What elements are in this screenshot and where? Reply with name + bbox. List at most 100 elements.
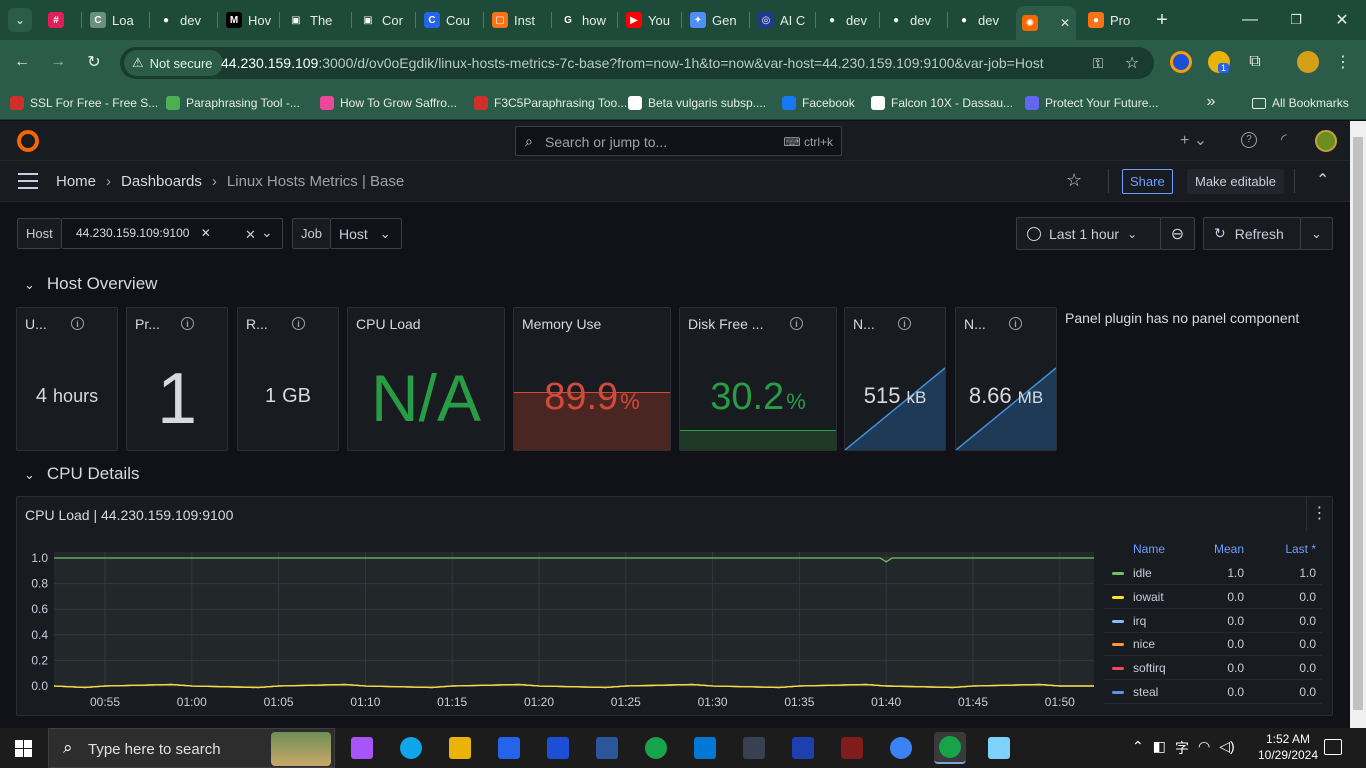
browser-tab[interactable]: C Loa — [84, 7, 146, 33]
close-tab-icon[interactable]: ✕ — [1060, 16, 1070, 30]
meet-now-icon[interactable]: ◧ — [1153, 738, 1166, 758]
zoom-out-button[interactable]: ⊖ — [1160, 217, 1195, 250]
browser-tab[interactable]: C Cou — [418, 7, 480, 33]
bookmark-item[interactable]: F3C5Paraphrasing Too... — [474, 93, 627, 113]
browser-tab[interactable]: ▣ Cor — [354, 7, 416, 33]
chrome-active-icon[interactable] — [934, 732, 966, 764]
back-button[interactable]: ← — [10, 50, 34, 74]
tab-search-button[interactable]: ⌄ — [8, 8, 32, 32]
info-icon[interactable]: i — [181, 317, 194, 330]
more-bookmarks-icon[interactable]: » — [1200, 91, 1222, 113]
legend-row[interactable]: steal 0.0 0.0 — [1104, 680, 1322, 704]
chrome-menu-icon[interactable]: ⋮ — [1332, 51, 1354, 73]
breadcrumb-home[interactable]: Home — [56, 173, 96, 190]
browser-tab[interactable]: ● dev — [818, 7, 880, 33]
browser-tab[interactable]: M Hov — [220, 7, 282, 33]
stat-panel[interactable]: CPU Load N/A — [347, 307, 505, 451]
legend-row[interactable]: irq 0.0 0.0 — [1104, 609, 1322, 633]
bookmark-item[interactable]: Facebook — [782, 93, 855, 113]
cpu-load-chart[interactable]: 0.0 0.2 0.4 0.6 0.8 1.0 00:55 01:00 01:05 01:10 01… — [16, 540, 1101, 716]
stat-panel[interactable]: N... i 8.66 MB — [955, 307, 1057, 451]
legend-row[interactable]: idle 1.0 1.0 — [1104, 561, 1322, 585]
job-variable-select[interactable]: Host ⌄ — [330, 218, 402, 249]
file-explorer-icon[interactable] — [444, 732, 476, 764]
new-tab-button[interactable]: + — [1150, 8, 1174, 32]
info-icon[interactable]: i — [790, 317, 803, 330]
help-icon[interactable]: ? — [1241, 132, 1257, 148]
vscode-icon[interactable] — [689, 732, 721, 764]
bookmark-star-icon[interactable]: ☆ — [1120, 51, 1144, 75]
legend-header-mean[interactable]: Mean — [1214, 542, 1244, 556]
browser-tab[interactable]: ● dev — [882, 7, 944, 33]
browser-tab[interactable]: ✺ ✕ — [1016, 6, 1076, 40]
game-icon[interactable] — [836, 732, 868, 764]
terminal-icon[interactable] — [738, 732, 770, 764]
chrome-icon[interactable] — [640, 732, 672, 764]
time-range-picker[interactable]: Last 1 hour ⌄ — [1016, 217, 1161, 250]
not-secure-chip[interactable]: ⚠ Not secure — [124, 50, 223, 76]
add-new-button[interactable]: + ⌄ — [1180, 130, 1207, 150]
page-scrollbar[interactable] — [1350, 121, 1366, 728]
user-avatar[interactable] — [1315, 130, 1337, 152]
restore-button[interactable]: ❐ — [1284, 8, 1308, 32]
word-icon[interactable] — [591, 732, 623, 764]
scrollbar-thumb[interactable] — [1353, 137, 1363, 710]
clear-x-icon[interactable]: ✕ — [245, 227, 256, 243]
host-variable-select[interactable]: 44.230.159.109:9100 ✕ ✕ ⌄ — [61, 218, 283, 249]
password-key-icon[interactable]: ⚿ — [1086, 51, 1110, 75]
info-icon[interactable]: i — [71, 317, 84, 330]
breadcrumb-dashboards[interactable]: Dashboards — [121, 173, 202, 190]
bookmark-item[interactable]: Paraphrasing Tool -... — [166, 93, 300, 113]
legend-header-name[interactable]: Name — [1133, 542, 1165, 556]
language-icon[interactable]: 字 — [1175, 738, 1189, 758]
legend-row[interactable]: iowait 0.0 0.0 — [1104, 585, 1322, 609]
powershell-icon[interactable] — [787, 732, 819, 764]
qbittorrent-icon[interactable] — [885, 732, 917, 764]
row-header-host-overview[interactable]: ⌄ Host Overview — [24, 274, 157, 294]
browser-tab[interactable]: ● Pro — [1082, 7, 1142, 33]
favorite-star-icon[interactable]: ☆ — [1066, 170, 1082, 191]
all-bookmarks-button[interactable]: All Bookmarks — [1252, 93, 1349, 113]
search-input[interactable]: ⌕ Search or jump to... ⌨ ctrl+k — [515, 126, 842, 156]
reload-button[interactable]: ↻ — [82, 50, 106, 74]
chevron-up-icon[interactable]: ⌃ — [1132, 738, 1144, 758]
profile-avatar[interactable] — [1297, 51, 1319, 73]
edge-icon[interactable] — [395, 732, 427, 764]
news-rss-icon[interactable]: ◜ — [1281, 130, 1287, 148]
browser-tab[interactable]: ● dev — [950, 7, 1012, 33]
taskbar-search-box[interactable]: ⌕ Type here to search — [48, 728, 335, 768]
notepad-icon[interactable] — [983, 732, 1015, 764]
extensions-puzzle-icon[interactable]: ⧉ — [1244, 51, 1266, 73]
clock[interactable]: 1:52 AM 10/29/2024 — [1252, 731, 1324, 763]
bookmark-item[interactable]: SSL For Free - Free S... — [10, 93, 158, 113]
stat-panel[interactable]: N... i 515 kB — [844, 307, 946, 451]
legend-row[interactable]: nice 0.0 0.0 — [1104, 632, 1322, 656]
menu-hamburger-icon[interactable] — [18, 173, 38, 189]
make-editable-button[interactable]: Make editable — [1187, 169, 1284, 194]
store-icon[interactable] — [493, 732, 525, 764]
remove-x-icon[interactable]: ✕ — [201, 226, 211, 240]
minimize-button[interactable]: — — [1238, 8, 1262, 32]
notification-icon[interactable] — [1324, 739, 1342, 755]
panel-menu-icon[interactable]: ⋮ — [1306, 497, 1332, 531]
browser-tab[interactable]: ▣ The — [282, 7, 344, 33]
bookmark-item[interactable]: Protect Your Future... — [1025, 93, 1158, 113]
volume-icon[interactable]: ◁) — [1219, 738, 1234, 758]
refresh-interval-dropdown[interactable]: ⌄ — [1300, 217, 1333, 250]
legend-row[interactable]: softirq 0.0 0.0 — [1104, 656, 1322, 680]
stat-panel[interactable]: Disk Free ... i 30.2% — [679, 307, 837, 451]
info-icon[interactable]: i — [292, 317, 305, 330]
copilot-icon[interactable] — [346, 732, 378, 764]
bookmark-item[interactable]: Falcon 10X - Dassau... — [871, 93, 1013, 113]
row-header-cpu-details[interactable]: ⌄ CPU Details — [24, 464, 140, 484]
collapse-chevron-up-icon[interactable]: ⌃ — [1316, 170, 1329, 190]
browser-tab[interactable]: ✦ Gen — [684, 7, 746, 33]
extension-blue-icon[interactable] — [1170, 51, 1192, 73]
bookmark-item[interactable]: How To Grow Saffro... — [320, 93, 457, 113]
legend-header-last[interactable]: Last * — [1285, 542, 1316, 556]
bookmark-item[interactable]: Beta vulgaris subsp.... — [628, 93, 766, 113]
url-bar[interactable]: ⚠ Not secure 44.230.159.109:3000/d/ov0oE… — [120, 47, 1154, 79]
forward-button[interactable]: → — [46, 50, 70, 74]
browser-tab[interactable]: ◎ AI C — [752, 7, 814, 33]
stat-panel[interactable]: U... i 4 hours — [16, 307, 118, 451]
